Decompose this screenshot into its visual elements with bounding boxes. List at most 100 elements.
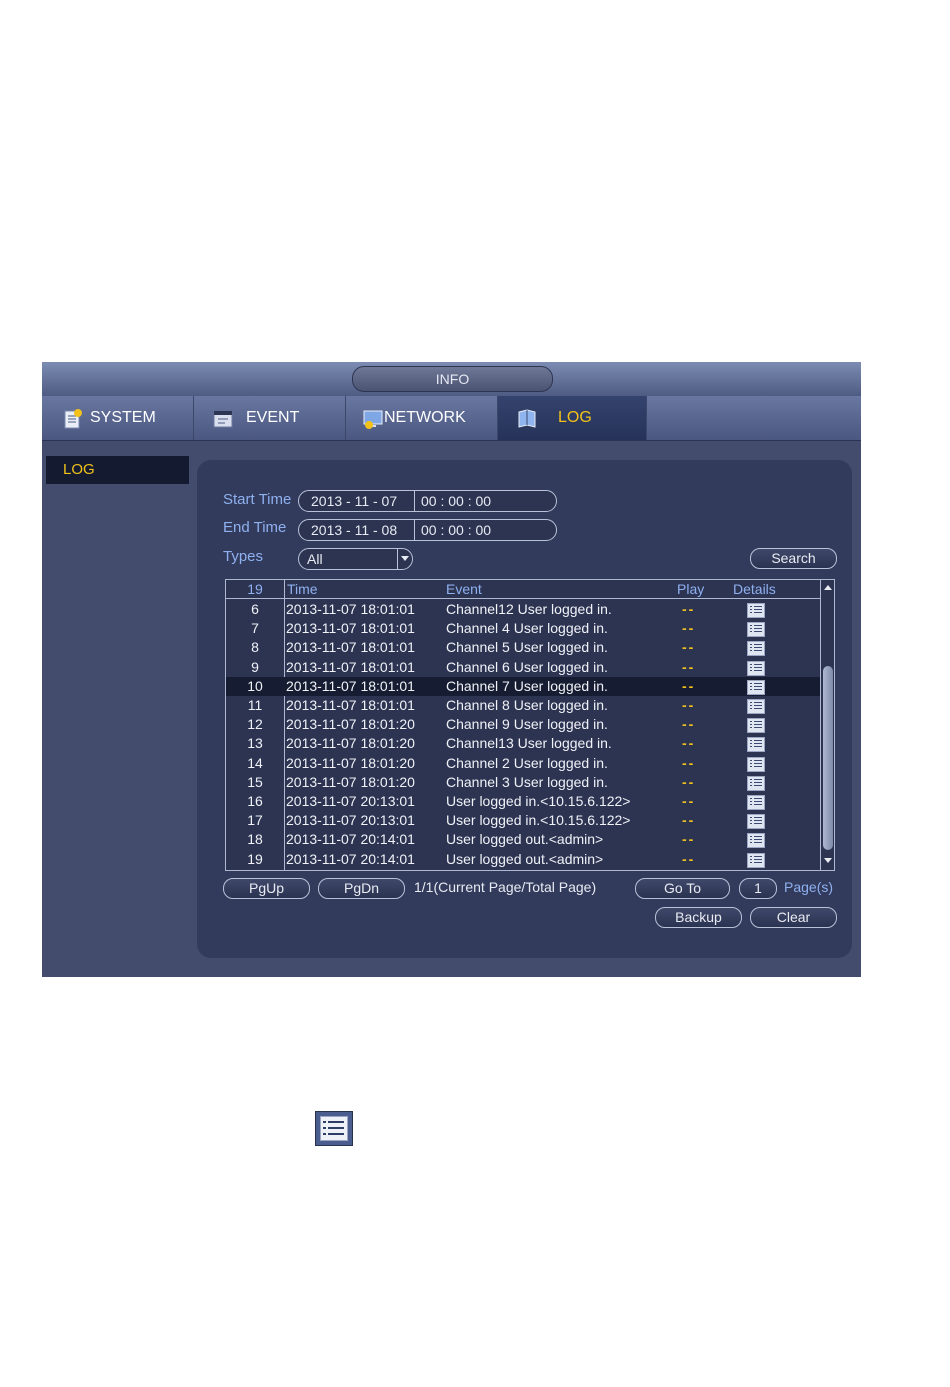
details-icon[interactable] [747,603,765,618]
table-row[interactable]: 12 2013-11-07 18:01:20 Channel 9 User logg… [226,715,820,734]
tab-log[interactable]: LOG [498,396,647,440]
details-icon[interactable] [747,775,765,791]
tab-bar: SYSTEM EVENT NETWORK LOG [42,396,861,441]
details-icon[interactable] [747,852,765,868]
row-play[interactable]: -- [682,754,695,773]
table-row[interactable]: 16 2013-11-07 20:13:01 User logged in.<10.… [226,792,820,811]
table-row[interactable]: 7 2013-11-07 18:01:01 Channel 4 User logge… [226,619,820,638]
row-number: 11 [247,697,263,713]
field-divider [414,491,415,511]
log-table: 19 Time Event Play Details 6 2013-11-07 1… [225,579,835,871]
row-event: Channel 6 User logged in. [446,658,608,675]
goto-button[interactable]: Go To [635,878,730,899]
table-row[interactable]: 11 2013-11-07 18:01:01 Channel 8 User logg… [226,696,820,715]
types-select[interactable]: All [298,548,413,570]
row-event: Channel 7 User logged in. [446,677,608,694]
table-row[interactable]: 10 2013-11-07 18:01:01 Channel 7 User logg… [226,676,820,696]
log-panel: Start Time 2013 - 11 - 07 00 : 00 : 00 E… [197,460,852,958]
table-row[interactable]: 13 2013-11-07 18:01:20 Channel13 User logg… [226,734,820,753]
details-icon[interactable] [747,699,765,714]
table-row[interactable]: 9 2013-11-07 18:01:01 Channel 6 User logge… [226,658,820,677]
title-bar: INFO [42,362,861,396]
pgup-button[interactable]: PgUp [223,878,310,899]
tab-event[interactable]: EVENT [194,396,346,440]
start-date-value: 2013 - 11 - 07 [311,493,398,509]
row-play[interactable]: -- [682,677,695,696]
row-time: 2013-11-07 20:14:01 [286,831,415,848]
row-time: 2013-11-07 20:14:01 [286,850,415,867]
row-play[interactable]: -- [682,850,695,869]
details-icon[interactable] [747,718,765,734]
row-play[interactable]: -- [682,600,695,619]
details-icon[interactable] [747,622,765,638]
table-row[interactable]: 8 2013-11-07 18:01:01 Channel 5 User logge… [226,638,820,657]
row-event: User logged in.<10.15.6.122> [446,793,631,809]
header-time[interactable]: Time [287,580,318,598]
row-time: 2013-11-07 18:01:20 [286,754,415,771]
search-button[interactable]: Search [750,548,837,569]
row-play[interactable]: -- [682,792,695,811]
tab-system[interactable]: SYSTEM [42,396,194,440]
clear-button[interactable]: Clear [750,907,837,928]
table-row[interactable]: 6 2013-11-07 18:01:01 Channel12 User logge… [226,600,820,619]
scrollbar[interactable] [820,580,834,870]
row-play[interactable]: -- [682,715,695,734]
end-date-value: 2013 - 11 - 08 [311,522,398,538]
row-play[interactable]: -- [682,619,695,638]
tab-event-label: EVENT [246,409,300,426]
row-event: Channel 2 User logged in. [446,754,608,771]
pgdn-button[interactable]: PgDn [318,878,405,899]
scroll-thumb[interactable] [823,666,833,850]
details-icon[interactable] [747,795,765,810]
details-icon[interactable] [747,833,765,849]
tab-log-label: LOG [558,409,592,426]
details-icon[interactable] [747,737,765,753]
table-row[interactable]: 17 2013-11-07 20:13:01 User logged in.<10.… [226,811,820,830]
row-play[interactable]: -- [682,658,695,677]
end-clock-value: 00 : 00 : 00 [421,522,492,538]
page-number-input[interactable]: 1 [739,878,777,899]
details-icon[interactable] [747,679,765,695]
row-time: 2013-11-07 18:01:20 [286,716,415,733]
end-time-label: End Time [223,519,287,536]
system-icon [64,409,82,429]
row-play[interactable]: -- [682,811,695,830]
scroll-down-icon[interactable] [824,858,832,863]
details-icon[interactable] [747,641,765,657]
row-play[interactable]: -- [682,696,695,715]
row-number: 14 [247,754,263,771]
row-number: 10 [247,677,263,694]
header-event[interactable]: Event [446,580,482,598]
log-icon [518,409,536,428]
row-time: 2013-11-07 18:01:01 [286,658,415,675]
sidebar-item-log[interactable]: LOG [46,456,189,484]
table-row[interactable]: 14 2013-11-07 18:01:20 Channel 2 User logg… [226,754,820,773]
row-play[interactable]: -- [682,830,695,849]
row-number: 13 [247,735,263,752]
header-divider [226,598,820,599]
event-icon [213,411,233,428]
row-event: Channel 5 User logged in. [446,639,608,656]
details-list-icon-body [320,1116,348,1141]
backup-button[interactable]: Backup [655,907,742,928]
start-time-label: Start Time [223,491,292,508]
table-row[interactable]: 18 2013-11-07 20:14:01 User logged out.<ad… [226,830,820,849]
table-row[interactable]: 19 2013-11-07 20:14:01 User logged out.<ad… [226,850,820,869]
row-time: 2013-11-07 18:01:01 [286,639,415,656]
row-event: Channel12 User logged in. [446,601,612,617]
types-value: All [307,551,323,567]
details-icon[interactable] [747,814,765,830]
row-play[interactable]: -- [682,773,695,792]
tab-network[interactable]: NETWORK [346,396,498,440]
end-time-field[interactable]: 2013 - 11 - 08 00 : 00 : 00 [298,519,557,541]
details-icon[interactable] [747,756,765,772]
scroll-up-icon[interactable] [824,585,832,590]
row-number: 15 [247,773,263,790]
table-row[interactable]: 15 2013-11-07 18:01:20 Channel 3 User logg… [226,773,820,792]
details-icon[interactable] [747,660,765,676]
row-play[interactable]: -- [682,734,695,753]
row-number: 7 [251,620,259,637]
row-play[interactable]: -- [682,638,695,657]
start-time-field[interactable]: 2013 - 11 - 07 00 : 00 : 00 [298,490,557,512]
pages-label: Page(s) [784,879,834,895]
